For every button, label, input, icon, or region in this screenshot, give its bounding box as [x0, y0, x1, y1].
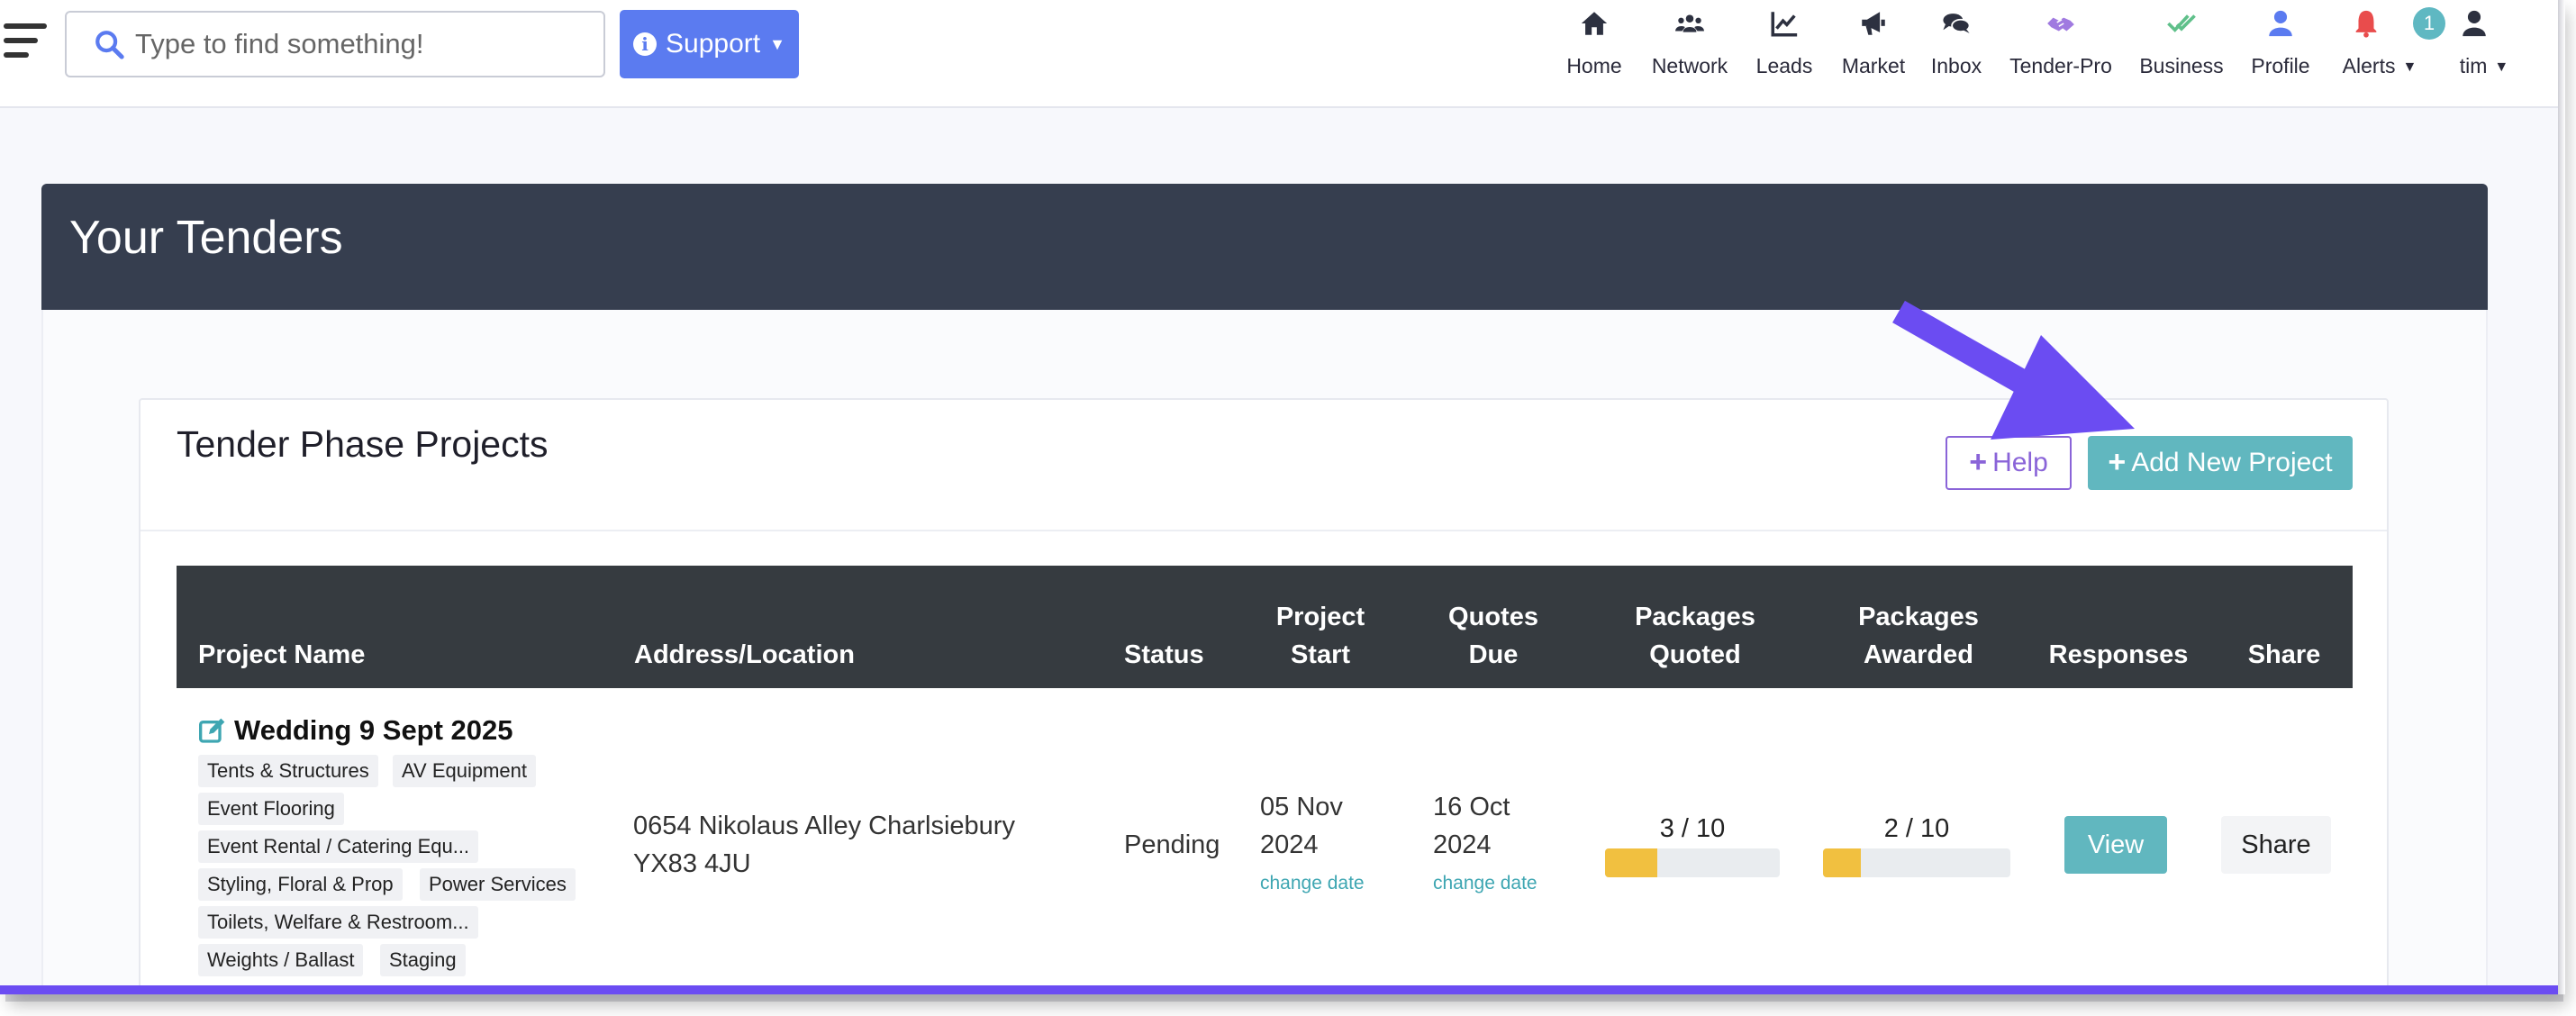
share-button[interactable]: Share — [2221, 816, 2331, 874]
category-tag: Styling, Floral & Prop — [198, 868, 403, 901]
project-name-link[interactable]: Wedding 9 Sept 2025 — [198, 714, 513, 747]
packages-awarded-progress — [1823, 848, 2010, 877]
chat-icon — [1943, 14, 1971, 33]
table-header: Project Name Address/Location Status Pro… — [177, 566, 2353, 688]
megaphone-icon — [1862, 12, 1885, 35]
project-status: Pending — [1124, 830, 1220, 859]
quotes-due-date: 16 Oct 2024 — [1433, 788, 1510, 864]
handshake-icon — [2047, 17, 2074, 32]
col-packages-quoted-line2: Quoted — [1649, 640, 1741, 669]
nav-home[interactable]: Home — [1565, 5, 1623, 83]
col-project-start: Project Start — [1266, 598, 1374, 674]
col-responses: Responses — [2048, 640, 2189, 669]
nav-tender-pro[interactable]: Tender-Pro — [2005, 5, 2117, 83]
page-title: Your Tenders — [69, 212, 343, 264]
page-header: Your Tenders — [41, 184, 2488, 310]
project-start-year: 2024 — [1260, 830, 1319, 859]
chevron-down-icon: ▼ — [2402, 59, 2417, 75]
category-tag: AV Equipment — [393, 755, 537, 787]
packages-quoted-progress — [1605, 848, 1780, 877]
nav-network-label: Network — [1651, 54, 1728, 77]
app-window: i Support ▼ Home Network Leads — [0, 0, 2558, 994]
support-label: Support — [666, 29, 761, 59]
add-project-label: Add New Project — [2131, 448, 2333, 477]
address-line-1: 0654 Nikolaus Alley Charlsiebury — [633, 812, 1015, 840]
nav-profile-label: Profile — [2251, 54, 2310, 77]
col-project-start-line1: Project — [1275, 603, 1365, 631]
col-project-start-line2: Start — [1290, 640, 1351, 669]
nav-leads[interactable]: Leads — [1755, 5, 1814, 83]
alerts-count-badge: 1 — [2413, 7, 2445, 40]
nav-leads-label: Leads — [1755, 54, 1813, 77]
nav-user-menu[interactable]: tim ▼ — [2452, 5, 2517, 83]
top-navbar: i Support ▼ Home Network Leads — [0, 0, 2558, 108]
category-tag: Event Flooring — [198, 793, 344, 825]
nav-market[interactable]: Market — [1837, 5, 1909, 83]
view-responses-button[interactable]: View — [2064, 816, 2167, 874]
user-icon — [2463, 10, 2486, 37]
edit-icon[interactable] — [198, 716, 227, 745]
category-tag: Weights / Ballast — [198, 944, 364, 976]
category-tag: Power Services — [420, 868, 576, 901]
support-button[interactable]: i Support ▼ — [620, 10, 799, 78]
double-check-icon — [2167, 14, 2196, 32]
col-packages-awarded: Packages Awarded — [1855, 598, 1982, 674]
col-project-name: Project Name — [198, 640, 366, 669]
quotes-due-year: 2024 — [1433, 830, 1492, 859]
col-packages-quoted: Packages Quoted — [1632, 598, 1758, 674]
annotation-arrow-icon — [1892, 300, 2135, 440]
col-packages-awarded-line1: Packages — [1858, 603, 1979, 631]
nav-business-label: Business — [2139, 54, 2224, 77]
change-quotes-date-link[interactable]: change date — [1433, 873, 1537, 894]
search-input[interactable] — [135, 28, 585, 60]
packages-quoted-value: 3 / 10 — [1659, 814, 1726, 843]
col-address: Address/Location — [634, 640, 855, 669]
packages-awarded-value: 2 / 10 — [1883, 814, 1950, 843]
hamburger-menu-icon[interactable] — [4, 23, 49, 65]
col-quotes-due-line1: Quotes — [1448, 603, 1538, 631]
address-line-2: YX83 4JU — [633, 849, 751, 878]
col-packages-quoted-line1: Packages — [1635, 603, 1755, 631]
col-status: Status — [1124, 640, 1204, 669]
nav-inbox[interactable]: Inbox — [1927, 5, 1985, 83]
project-name: Wedding 9 Sept 2025 — [234, 714, 513, 746]
quotes-due-day: 16 Oct — [1433, 793, 1510, 821]
col-packages-awarded-line2: Awarded — [1864, 640, 1973, 669]
category-tag: Event Rental / Catering Equ... — [198, 830, 479, 863]
nav-tender-pro-label: Tender-Pro — [2009, 54, 2112, 77]
nav-home-label: Home — [1566, 54, 1622, 77]
nav-alerts[interactable]: Alerts ▼ — [2336, 5, 2423, 83]
nav-user-label: tim — [2459, 54, 2488, 77]
category-tag: Tents & Structures — [198, 755, 378, 787]
home-icon — [1581, 12, 1608, 35]
search-box[interactable] — [65, 11, 605, 77]
col-share: Share — [2247, 640, 2321, 669]
window-edge — [2558, 0, 2565, 994]
project-start-day: 05 Nov — [1260, 793, 1343, 821]
info-icon: i — [633, 32, 658, 56]
change-start-date-link[interactable]: change date — [1260, 873, 1365, 894]
packages-awarded-fill — [1823, 848, 1861, 877]
chevron-down-icon: ▼ — [2494, 59, 2509, 75]
bell-icon — [2355, 10, 2377, 38]
nav-network[interactable]: Network — [1646, 5, 1733, 83]
project-address: 0654 Nikolaus Alley Charlsiebury YX83 4J… — [633, 807, 1015, 883]
category-tag: Staging — [380, 944, 466, 976]
nav-market-label: Market — [1841, 54, 1906, 77]
packages-quoted-fill — [1605, 848, 1658, 877]
nav-alerts-label: Alerts — [2342, 54, 2396, 77]
network-icon — [1675, 14, 1704, 32]
project-start-date: 05 Nov 2024 — [1260, 788, 1343, 864]
section-title: Tender Phase Projects — [177, 423, 549, 465]
category-tag: Toilets, Welfare & Restroom... — [198, 906, 478, 939]
search-icon — [95, 31, 124, 59]
chevron-down-icon: ▼ — [769, 34, 785, 53]
person-icon — [2269, 10, 2292, 37]
col-quotes-due-line2: Due — [1468, 640, 1519, 669]
col-quotes-due: Quotes Due — [1439, 598, 1547, 674]
nav-profile[interactable]: Profile — [2246, 5, 2315, 83]
leads-chart-icon — [1771, 12, 1798, 37]
nav-business[interactable]: Business — [2138, 5, 2225, 83]
nav-inbox-label: Inbox — [1930, 54, 1982, 77]
